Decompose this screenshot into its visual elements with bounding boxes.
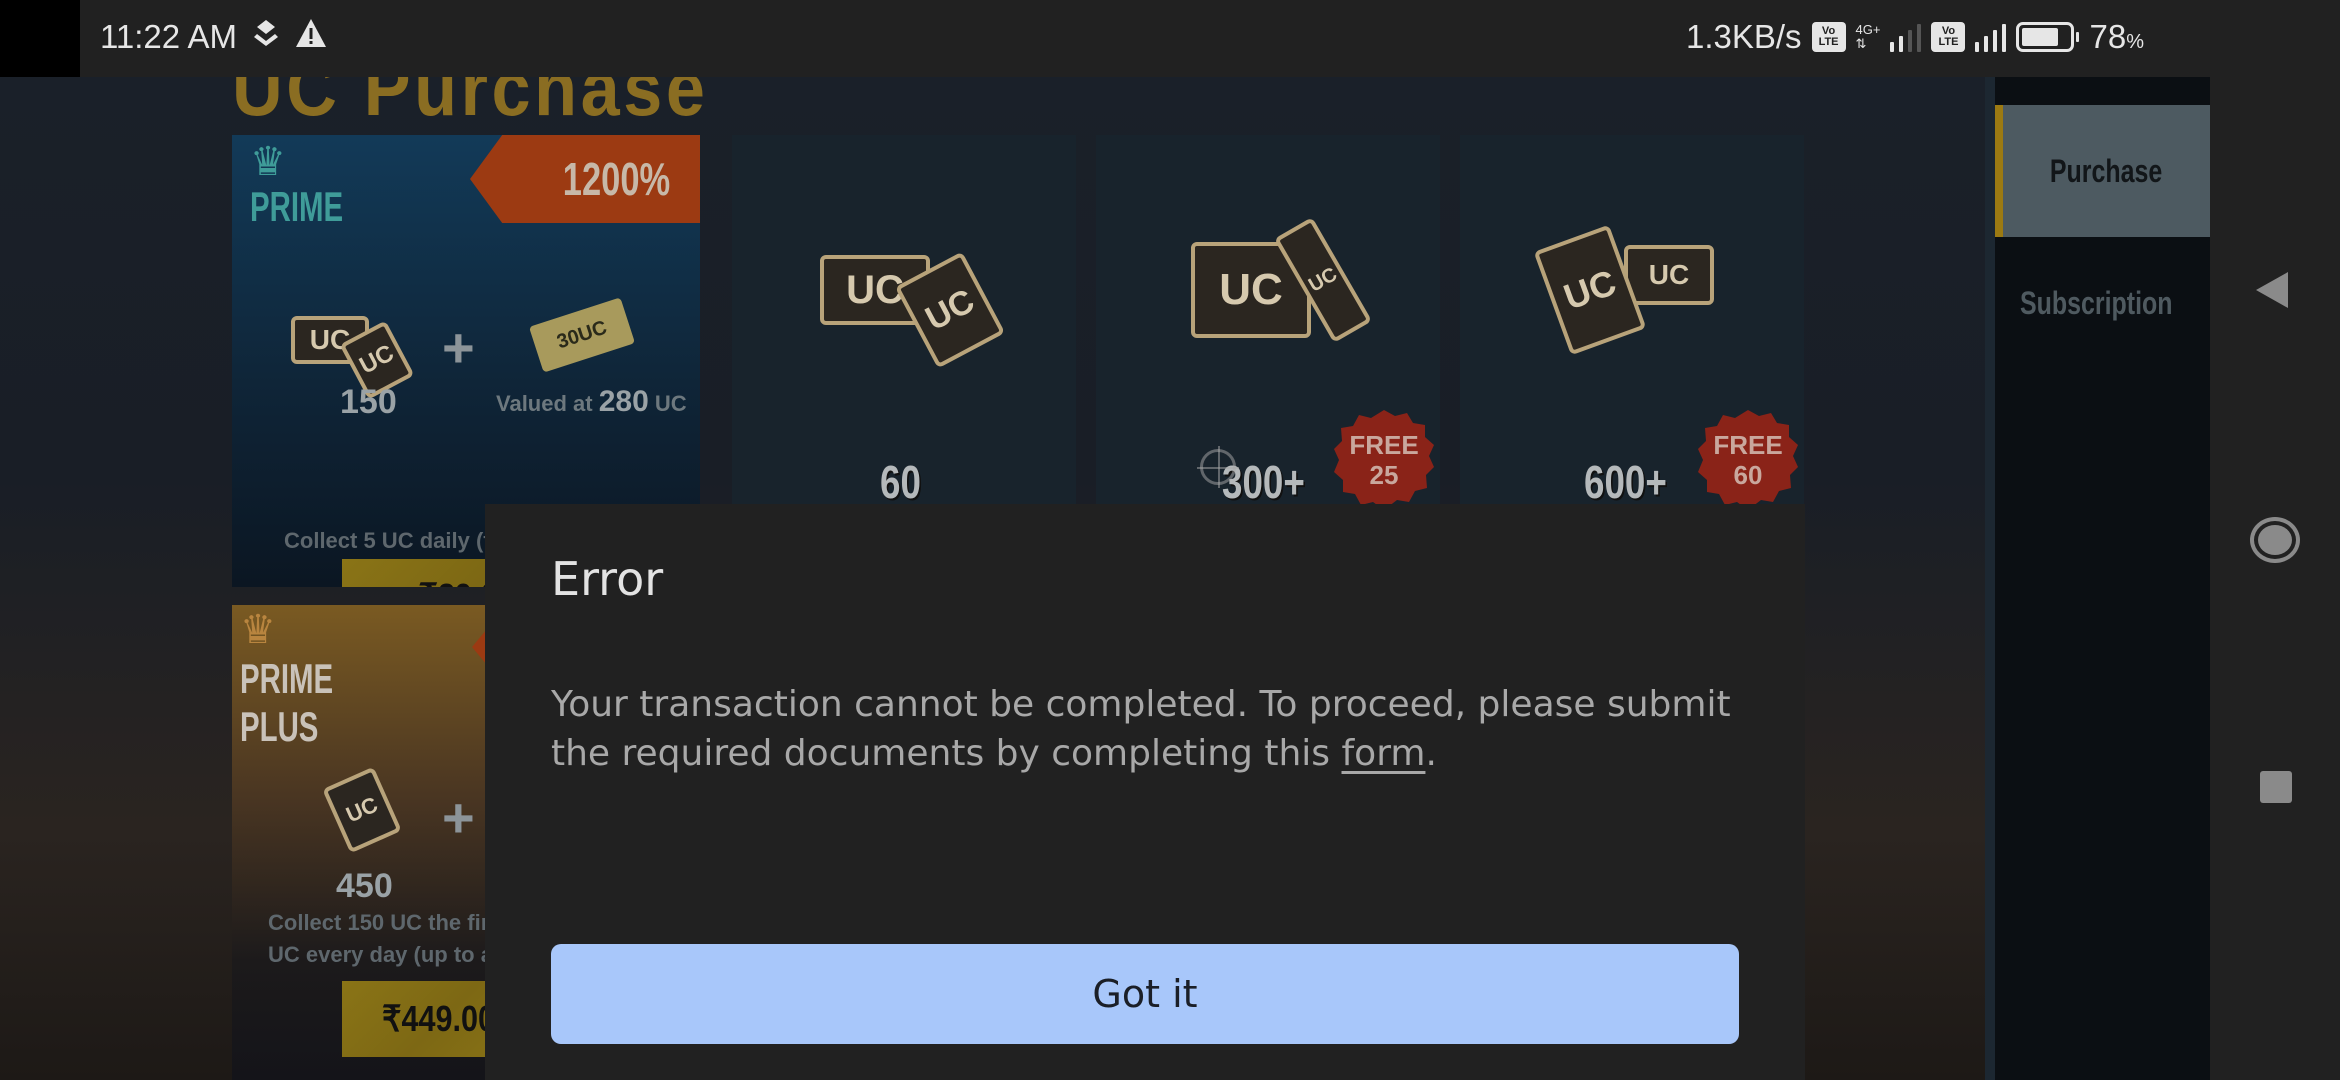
plus-icon: + [442, 786, 475, 849]
recents-icon[interactable] [2260, 771, 2292, 803]
network-type: 4G+ ⇅ [1855, 22, 1881, 51]
crown-icon: ♛ [240, 608, 276, 652]
uc-icon: UC UC [1096, 205, 1440, 375]
prime-plus-price-button[interactable]: ₹449.00 [342, 981, 492, 1057]
back-icon[interactable] [2256, 272, 2288, 308]
warning-icon [295, 18, 327, 56]
uc-amount: 600+ [1584, 456, 1667, 508]
status-bar: 11:22 AM 1.3KB/s Vo LTE 4G+ ⇅ Vo LTE 78% [0, 0, 2340, 77]
free-badge: FREE 60 [1698, 410, 1798, 510]
uc-pack-card[interactable]: UC UC 300+ FREE25 ₹380.00 [1096, 135, 1440, 555]
prime-label: PRIME [250, 183, 344, 230]
tab-rail: Purchase Subscription [1985, 77, 2210, 1080]
prime-plus-card[interactable]: ♛ PRIME PLUS UC + 450 Collect 150 UC the… [232, 605, 492, 1080]
form-link[interactable]: form [1342, 733, 1426, 774]
got-it-button[interactable]: Got it [551, 944, 1739, 1044]
error-dialog: Error Your transaction cannot be complet… [485, 504, 1805, 1080]
navigation-bar [2210, 77, 2340, 1080]
uc-stack-icon: UC UC [1460, 205, 1804, 375]
dialog-title: Error [551, 552, 664, 606]
signal-bars-icon [1890, 22, 1922, 52]
camera-cutout [0, 0, 80, 77]
prime-plus-label: PRIME PLUS [240, 655, 334, 750]
page-title: UC Purchase [232, 77, 709, 132]
uc-icon: UC UC [732, 205, 1076, 375]
volte-icon: Vo LTE [1811, 22, 1846, 52]
battery-icon [2016, 22, 2080, 52]
uc-amount: 150 [340, 383, 397, 421]
bonus-ribbon: 1200% [470, 135, 700, 223]
plus-icon: + [442, 316, 475, 379]
tab-subscription[interactable]: Subscription [1995, 237, 2210, 369]
free-badge: FREE 25 [1334, 410, 1434, 510]
uc-icon: UC UC [272, 285, 422, 400]
battery-percent: 78% [2089, 18, 2144, 55]
tab-purchase[interactable]: Purchase [1995, 105, 2210, 237]
network-speed: 1.3KB/s [1685, 18, 1802, 55]
prime-plus-description-line1: Collect 150 UC the first t [268, 910, 492, 935]
uc-stack-icon: UC [292, 765, 432, 855]
uc-amount: 450 [336, 867, 393, 905]
uc-pack-card[interactable]: UC UC 600+ FREE60 ₹750.00 [1460, 135, 1804, 555]
crown-icon: ♛ [250, 140, 286, 184]
signal-bars-icon [1975, 22, 2007, 52]
valued-at: Valued at 280 UC [496, 385, 687, 418]
prime-plus-description-line2: UC every day (up to a to [268, 942, 492, 967]
uc-pack-card[interactable]: UC UC 60 ₹75.00 [732, 135, 1076, 555]
stack-layers-icon [251, 18, 281, 56]
dialog-message: Your transaction cannot be completed. To… [551, 684, 1731, 774]
crosshair-icon [1197, 446, 1239, 488]
uc-amount: 60 [880, 456, 921, 508]
uc-ticket-icon: 30UC [512, 285, 652, 385]
home-icon[interactable] [2250, 517, 2300, 563]
clock: 11:22 AM [100, 18, 237, 55]
volte-icon: Vo LTE [1931, 22, 1966, 52]
